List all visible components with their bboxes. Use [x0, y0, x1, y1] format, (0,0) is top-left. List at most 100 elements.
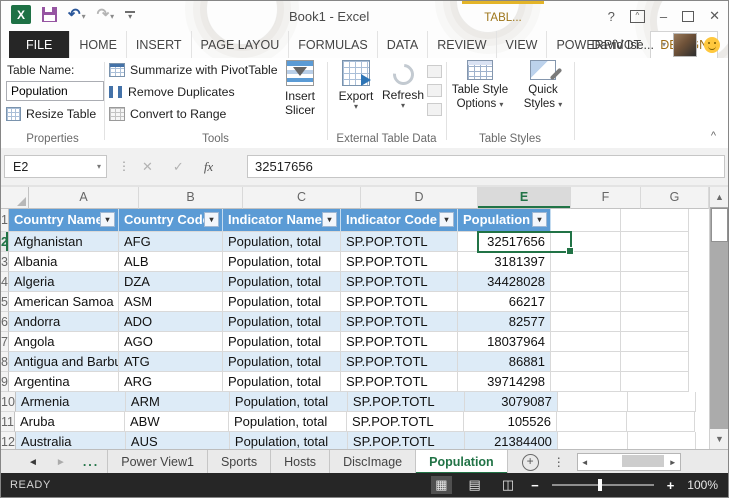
cell-empty[interactable] [550, 209, 621, 232]
cell-indicator-code[interactable]: SP.POP.TOTL [347, 392, 465, 412]
filter-button[interactable]: ▾ [438, 212, 454, 227]
new-sheet-button[interactable]: + [521, 450, 539, 474]
filter-button[interactable]: ▾ [203, 212, 219, 227]
cell-empty[interactable] [620, 312, 689, 332]
cell-indicator-code[interactable]: SP.POP.TOTL [340, 372, 458, 392]
cell-indicator-name[interactable]: Population, total [222, 312, 341, 332]
undo-caret-icon[interactable]: ▾ [82, 12, 86, 21]
cell-population[interactable]: 21384400 [464, 432, 558, 449]
cell-population[interactable]: 3079087 [464, 392, 558, 412]
name-box-caret-icon[interactable]: ▾ [97, 162, 101, 171]
cell-country-code[interactable]: AGO [118, 332, 223, 352]
enter-icon[interactable]: ✓ [173, 159, 184, 175]
zoom-in-icon[interactable]: + [667, 478, 675, 493]
table-name-input[interactable] [6, 81, 104, 101]
cell-indicator-code[interactable]: SP.POP.TOTL [340, 272, 458, 292]
open-in-browser-icon[interactable] [427, 84, 442, 97]
header-cell-indicator-name[interactable]: Indicator Name ▾ [222, 209, 341, 232]
header-cell-indicator-code[interactable]: Indicator Code ▾ [340, 209, 458, 232]
cell-empty[interactable] [620, 332, 689, 352]
page-layout-view-icon[interactable]: ▤ [465, 476, 485, 494]
cell-population[interactable]: 86881 [457, 352, 551, 372]
cell-indicator-code[interactable]: SP.POP.TOTL [347, 432, 465, 449]
row-header-8[interactable]: 8 [1, 352, 9, 372]
sheet-next-icon[interactable]: ► [47, 450, 75, 474]
user-avatar[interactable] [673, 32, 697, 57]
cell-country-name[interactable]: Aruba [14, 412, 125, 432]
formula-input[interactable]: 32517656 [247, 155, 725, 178]
tab-insert[interactable]: INSERT [125, 31, 191, 58]
resize-table-button[interactable]: Resize Table [6, 107, 96, 121]
select-all-corner[interactable] [1, 187, 29, 209]
cell-country-name[interactable]: Antigua and Barbu [8, 352, 119, 372]
cell-country-name[interactable]: Albania [8, 252, 119, 272]
cell-indicator-name[interactable]: Population, total [222, 252, 341, 272]
sheet-tab-power-view1[interactable]: Power View1 [107, 450, 207, 474]
sheet-tab-sports[interactable]: Sports [206, 450, 270, 474]
filter-button[interactable]: ▾ [531, 212, 547, 227]
sheet-tab-discimage[interactable]: DiscImage [329, 450, 415, 474]
cell-country-code[interactable]: ATG [118, 352, 223, 372]
vertical-scrollbar-thumb[interactable] [711, 208, 728, 242]
cell-indicator-code[interactable]: SP.POP.TOTL [340, 232, 458, 252]
cell-country-code[interactable]: AFG [118, 232, 223, 252]
zoom-slider-handle[interactable] [597, 479, 602, 491]
cell-population[interactable]: 82577 [457, 312, 551, 332]
row-header-12[interactable]: 12 [1, 432, 16, 449]
cell-empty[interactable] [620, 292, 689, 312]
cancel-icon[interactable]: ✕ [142, 159, 153, 175]
cell-indicator-code[interactable]: SP.POP.TOTL [340, 252, 458, 272]
column-header-g[interactable]: G [641, 187, 709, 209]
row-header-10[interactable]: 10 [1, 392, 16, 412]
formula-bar-handle-icon[interactable]: ⋮ [118, 159, 130, 173]
cell-population[interactable]: 39714298 [457, 372, 551, 392]
header-cell-country-name[interactable]: Country Name ▾ [8, 209, 119, 232]
sheet-tab-population-active[interactable]: Population [415, 450, 508, 474]
row-header-7[interactable]: 7 [1, 332, 9, 352]
cell-country-name[interactable]: Angola [8, 332, 119, 352]
tab-data[interactable]: DATA [376, 31, 427, 58]
filter-button[interactable]: ▾ [321, 212, 337, 227]
cell-country-code[interactable]: ADO [118, 312, 223, 332]
contextual-tab-header-table-tools[interactable]: TABL... [462, 1, 544, 31]
table-style-options-button[interactable]: Table Style Options ▾ [448, 60, 512, 111]
collapse-ribbon-icon[interactable]: ^ [711, 130, 716, 142]
horizontal-scrollbar[interactable]: ◄ ► [576, 450, 681, 474]
cell-country-code[interactable]: ASM [118, 292, 223, 312]
close-icon[interactable]: ✕ [709, 8, 720, 24]
cell-indicator-name[interactable]: Population, total [222, 292, 341, 312]
help-icon[interactable]: ? [608, 9, 615, 24]
cell-indicator-code[interactable]: SP.POP.TOTL [340, 352, 458, 372]
horizontal-scrollbar-thumb[interactable] [621, 455, 664, 467]
column-header-f[interactable]: F [571, 187, 641, 209]
scroll-up-icon[interactable]: ▲ [710, 187, 728, 207]
cell-empty[interactable] [557, 432, 628, 449]
vertical-scrollbar[interactable]: ▲ ▼ [709, 187, 728, 449]
cell-country-name[interactable]: Algeria [8, 272, 119, 292]
cell-empty[interactable] [550, 372, 621, 392]
tab-home[interactable]: HOME [69, 31, 126, 58]
tab-file[interactable]: FILE [9, 31, 70, 58]
cell-population[interactable]: 3181397 [457, 252, 551, 272]
row-header-3[interactable]: 3 [1, 252, 9, 272]
column-header-e-selected[interactable]: E [478, 187, 571, 209]
row-header-5[interactable]: 5 [1, 292, 9, 312]
cell-country-name[interactable]: Australia [15, 432, 126, 449]
cell-indicator-code[interactable]: SP.POP.TOTL [340, 292, 458, 312]
column-header-b[interactable]: B [139, 187, 243, 209]
cell-indicator-name[interactable]: Population, total [222, 272, 341, 292]
column-header-d[interactable]: D [361, 187, 478, 209]
row-header-4[interactable]: 4 [1, 272, 9, 292]
convert-to-range-button[interactable]: Convert to Range [109, 107, 226, 121]
ribbon-display-options-icon[interactable]: ^ [629, 9, 645, 23]
feedback-smiley-icon[interactable] [704, 36, 720, 53]
cell-empty[interactable] [620, 272, 689, 292]
quick-styles-button[interactable]: Quick Styles ▾ [516, 60, 570, 111]
cell-population[interactable]: 18037964 [457, 332, 551, 352]
redo-button[interactable]: ↷▾ [97, 6, 115, 24]
cell-empty[interactable] [620, 372, 689, 392]
cell-country-code[interactable]: ALB [118, 252, 223, 272]
tab-review[interactable]: REVIEW [427, 31, 495, 58]
save-icon[interactable] [42, 7, 57, 22]
header-cell-country-code[interactable]: Country Code ▾ [118, 209, 223, 232]
